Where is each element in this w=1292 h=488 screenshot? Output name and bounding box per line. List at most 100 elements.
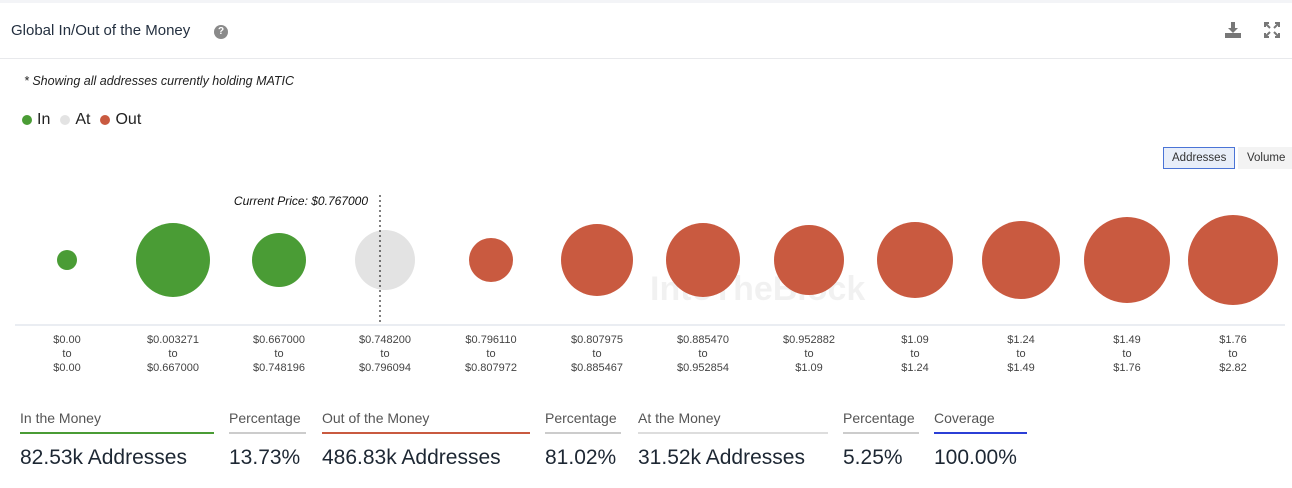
x-tick-to-word: to <box>486 348 496 360</box>
x-tick-to-word: to <box>698 348 708 360</box>
x-tick-to: $1.49 <box>1007 362 1035 374</box>
stat-block: Percentage 5.25% <box>843 410 919 470</box>
bubble-out[interactable] <box>774 225 844 295</box>
legend: In At Out <box>22 111 141 129</box>
x-tick-to: $0.952854 <box>677 362 729 374</box>
bubble-in[interactable] <box>252 233 306 287</box>
stat-value: 5.25% <box>843 446 903 469</box>
stat-label: Coverage <box>934 410 1027 434</box>
x-tick-to: $0.667000 <box>147 362 199 374</box>
stat-block: At the Money 31.52k Addresses <box>638 410 828 470</box>
stat-label: Percentage <box>843 410 919 434</box>
legend-item-in[interactable]: In <box>22 111 50 129</box>
stat-block: Coverage 100.00% <box>934 410 1027 470</box>
stat-value: 31.52k Addresses <box>638 446 805 469</box>
addresses-toggle[interactable]: Addresses <box>1163 147 1236 169</box>
bubble-out[interactable] <box>877 222 953 298</box>
x-tick-to-word: to <box>62 348 72 360</box>
x-tick-to-word: to <box>1016 348 1026 360</box>
stat-label: Percentage <box>545 410 621 434</box>
bubble-out[interactable] <box>666 223 740 297</box>
stat-value: 486.83k Addresses <box>322 446 501 469</box>
x-tick-from: $0.003271 <box>147 334 199 346</box>
volume-toggle[interactable]: Volume <box>1238 147 1292 169</box>
x-tick-to-word: to <box>168 348 178 360</box>
x-tick-to-word: to <box>274 348 284 360</box>
stat-label: Out of the Money <box>322 410 530 434</box>
x-tick-label: $0.807975 to $0.885467 <box>544 333 650 375</box>
bubble-out[interactable] <box>1188 215 1278 305</box>
legend-item-out[interactable]: Out <box>100 111 141 129</box>
stat-block: Percentage 13.73% <box>229 410 306 470</box>
stat-block: Out of the Money 486.83k Addresses <box>322 410 530 470</box>
x-tick-to: $2.82 <box>1219 362 1247 374</box>
stat-block: Percentage 81.02% <box>545 410 621 470</box>
card-header: Global In/Out of the Money ? <box>0 3 1292 59</box>
x-tick-label: $1.76 to $2.82 <box>1180 333 1286 375</box>
x-tick-from: $0.885470 <box>677 334 729 346</box>
x-tick-label: $0.667000 to $0.748196 <box>226 333 332 375</box>
x-tick-label: $0.796110 to $0.807972 <box>438 333 544 375</box>
x-tick-label: $1.09 to $1.24 <box>862 333 968 375</box>
at-dot-icon <box>60 115 71 125</box>
stat-value: 81.02% <box>545 446 617 469</box>
out-dot-icon <box>100 115 111 125</box>
x-tick-to-word: to <box>804 348 814 360</box>
current-price-label: Current Price: $0.767000 <box>234 194 368 208</box>
x-tick-to: $0.796094 <box>359 362 411 374</box>
bubble-in[interactable] <box>136 223 210 297</box>
x-tick-from: $1.09 <box>901 334 929 346</box>
legend-item-at[interactable]: At <box>60 111 90 129</box>
x-tick-to: $0.748196 <box>253 362 305 374</box>
x-tick-to: $0.885467 <box>571 362 623 374</box>
x-tick-to: $1.24 <box>901 362 929 374</box>
stat-label: In the Money <box>20 410 214 434</box>
x-tick-to-word: to <box>592 348 602 360</box>
bubble-out[interactable] <box>1084 217 1170 303</box>
download-icon[interactable] <box>1224 21 1242 39</box>
x-tick-to: $1.09 <box>795 362 823 374</box>
bubble-out[interactable] <box>982 221 1060 299</box>
stat-value: 100.00% <box>934 446 1017 469</box>
legend-label: At <box>75 111 91 128</box>
x-tick-from: $1.24 <box>1007 334 1035 346</box>
bubble-at[interactable] <box>355 230 415 290</box>
in-dot-icon <box>22 115 32 125</box>
x-tick-label: $0.885470 to $0.952854 <box>650 333 756 375</box>
watermark: IntoTheBlock <box>650 270 865 308</box>
card-title: Global In/Out of the Money <box>11 22 191 39</box>
expand-icon[interactable] <box>1263 21 1281 39</box>
x-tick-from: $0.748200 <box>359 334 411 346</box>
legend-label: Out <box>115 111 142 128</box>
bubble-out[interactable] <box>561 224 633 296</box>
x-tick-to-word: to <box>1228 348 1238 360</box>
legend-label: In <box>37 111 51 128</box>
x-tick-to: $0.00 <box>53 362 81 374</box>
x-tick-label: $0.748200 to $0.796094 <box>332 333 438 375</box>
x-tick-to: $0.807972 <box>465 362 517 374</box>
x-tick-label: $0.003271 to $0.667000 <box>120 333 226 375</box>
stat-label: Percentage <box>229 410 306 434</box>
stat-block: In the Money 82.53k Addresses <box>20 410 214 470</box>
stat-label: At the Money <box>638 410 828 434</box>
stat-value: 13.73% <box>229 446 301 469</box>
x-tick-from: $1.76 <box>1219 334 1247 346</box>
x-tick-label: $1.24 to $1.49 <box>968 333 1074 375</box>
question-circle-icon[interactable]: ? <box>214 25 228 39</box>
bubble-out[interactable] <box>469 238 513 282</box>
x-tick-label: $1.49 to $1.76 <box>1074 333 1180 375</box>
x-tick-from: $0.952882 <box>783 334 835 346</box>
x-tick-from: $0.796110 <box>465 334 517 346</box>
x-tick-from: $0.00 <box>53 334 81 346</box>
x-tick-label: $0.952882 to $1.09 <box>756 333 862 375</box>
x-tick-from: $0.807975 <box>571 334 623 346</box>
x-tick-to: $1.76 <box>1113 362 1141 374</box>
x-tick-label: $0.00 to $0.00 <box>14 333 120 375</box>
bubble-in[interactable] <box>57 250 77 270</box>
x-tick-to-word: to <box>380 348 390 360</box>
holding-note: * Showing all addresses currently holdin… <box>24 74 295 88</box>
x-tick-to-word: to <box>1122 348 1132 360</box>
x-tick-from: $0.667000 <box>253 334 305 346</box>
x-tick-to-word: to <box>910 348 920 360</box>
stat-value: 82.53k Addresses <box>20 446 187 469</box>
